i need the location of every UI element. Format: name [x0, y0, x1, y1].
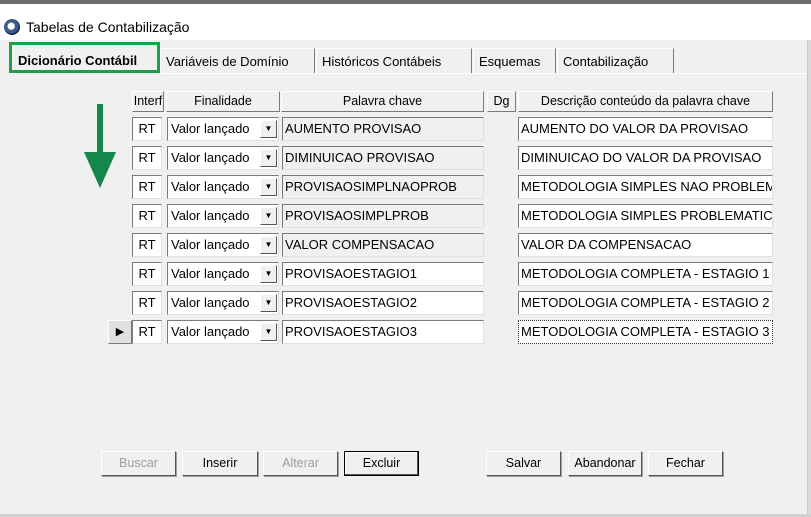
tab-panel-border: [8, 73, 806, 74]
descricao-cell[interactable]: METODOLOGIA COMPLETA - ESTAGIO 2: [518, 291, 773, 315]
descricao-cell[interactable]: AUMENTO DO VALOR DA PROVISAO: [518, 117, 773, 141]
descricao-cell[interactable]: METODOLOGIA SIMPLES PROBLEMATICO: [518, 204, 773, 228]
table-row[interactable]: RT Valor lançado ▼ AUMENTO PROVISAO AUME…: [0, 117, 811, 143]
finalidade-value: Valor lançado: [171, 179, 250, 194]
interf-cell[interactable]: RT: [132, 291, 162, 315]
palavra-chave-cell[interactable]: AUMENTO PROVISAO: [282, 117, 484, 141]
interf-cell[interactable]: RT: [132, 175, 162, 199]
abandonar-button[interactable]: Abandonar: [568, 451, 642, 476]
finalidade-value: Valor lançado: [171, 208, 250, 223]
descricao-cell[interactable]: METODOLOGIA COMPLETA - ESTAGIO 1: [518, 262, 773, 286]
table-row[interactable]: RT Valor lançado ▼ PROVISAOESTAGIO2 METO…: [0, 291, 811, 317]
dropdown-arrow-icon[interactable]: ▼: [260, 207, 277, 225]
column-header-descricao[interactable]: Descrição conteúdo da palavra chave: [518, 91, 773, 112]
finalidade-value: Valor lançado: [171, 295, 250, 310]
dropdown-arrow-icon[interactable]: ▼: [260, 178, 277, 196]
dropdown-arrow-icon[interactable]: ▼: [260, 236, 277, 254]
finalidade-select[interactable]: Valor lançado ▼: [167, 320, 279, 344]
window-title: Tabelas de Contabilização: [26, 19, 190, 35]
finalidade-value: Valor lançado: [171, 324, 250, 339]
inserir-button[interactable]: Inserir: [182, 451, 258, 476]
alterar-button[interactable]: Alterar: [263, 451, 338, 476]
finalidade-select[interactable]: Valor lançado ▼: [167, 117, 279, 141]
palavra-chave-cell[interactable]: PROVISAOESTAGIO1: [282, 262, 484, 286]
descricao-cell-focused[interactable]: METODOLOGIA COMPLETA - ESTAGIO 3: [518, 320, 773, 344]
finalidade-select[interactable]: Valor lançado ▼: [167, 175, 279, 199]
buscar-button[interactable]: Buscar: [101, 451, 176, 476]
finalidade-value: Valor lançado: [171, 150, 250, 165]
finalidade-value: Valor lançado: [171, 266, 250, 281]
finalidade-select[interactable]: Valor lançado ▼: [167, 146, 279, 170]
finalidade-select[interactable]: Valor lançado ▼: [167, 291, 279, 315]
finalidade-value: Valor lançado: [171, 121, 250, 136]
palavra-chave-cell[interactable]: PROVISAOSIMPLNAOPROB: [282, 175, 484, 199]
interf-cell[interactable]: RT: [132, 262, 162, 286]
interf-cell[interactable]: RT: [132, 204, 162, 228]
finalidade-select[interactable]: Valor lançado ▼: [167, 233, 279, 257]
descricao-cell[interactable]: DIMINUICAO DO VALOR DA PROVISAO: [518, 146, 773, 170]
dropdown-arrow-icon[interactable]: ▼: [260, 265, 277, 283]
title-bar: Tabelas de Contabilização: [0, 4, 811, 40]
column-header-interf[interactable]: Interf: [132, 91, 164, 112]
palavra-chave-cell[interactable]: PROVISAOESTAGIO3: [282, 320, 484, 344]
column-header-dg[interactable]: Dg: [487, 91, 516, 112]
palavra-chave-cell[interactable]: DIMINUICAO PROVISAO: [282, 146, 484, 170]
dropdown-arrow-icon[interactable]: ▼: [260, 323, 277, 341]
descricao-cell[interactable]: VALOR DA COMPENSACAO: [518, 233, 773, 257]
table-row-current[interactable]: ▶ RT Valor lançado ▼ PROVISAOESTAGIO3 ME…: [0, 320, 811, 346]
palavra-chave-cell[interactable]: PROVISAOESTAGIO2: [282, 291, 484, 315]
finalidade-value: Valor lançado: [171, 237, 250, 252]
column-header-palavra-chave[interactable]: Palavra chave: [281, 91, 484, 112]
row-pointer-icon: ▶: [108, 320, 132, 344]
interf-cell[interactable]: RT: [132, 146, 162, 170]
dropdown-arrow-icon[interactable]: ▼: [260, 120, 277, 138]
tab-dicionario-contabil[interactable]: Dicionário Contábil: [9, 42, 160, 73]
interf-cell[interactable]: RT: [132, 117, 162, 141]
table-row[interactable]: RT Valor lançado ▼ VALOR COMPENSACAO VAL…: [0, 233, 811, 259]
finalidade-select[interactable]: Valor lançado ▼: [167, 204, 279, 228]
interf-cell[interactable]: RT: [132, 233, 162, 257]
tab-variaveis-de-dominio[interactable]: Variáveis de Domínio: [160, 48, 315, 73]
tab-esquemas[interactable]: Esquemas: [473, 48, 556, 73]
descricao-cell[interactable]: METODOLOGIA SIMPLES NAO PROBLEMATICO: [518, 175, 773, 199]
dropdown-arrow-icon[interactable]: ▼: [260, 294, 277, 312]
table-row[interactable]: RT Valor lançado ▼ PROVISAOESTAGIO1 METO…: [0, 262, 811, 288]
tab-contabilizacao[interactable]: Contabilização: [557, 48, 674, 73]
column-header-finalidade[interactable]: Finalidade: [166, 91, 280, 112]
tab-historicos-contabeis[interactable]: Históricos Contábeis: [316, 48, 472, 73]
table-row[interactable]: RT Valor lançado ▼ PROVISAOSIMPLNAOPROB …: [0, 175, 811, 201]
finalidade-select[interactable]: Valor lançado ▼: [167, 262, 279, 286]
palavra-chave-cell[interactable]: VALOR COMPENSACAO: [282, 233, 484, 257]
interf-cell[interactable]: RT: [132, 320, 162, 344]
palavra-chave-cell[interactable]: PROVISAOSIMPLPROB: [282, 204, 484, 228]
salvar-button[interactable]: Salvar: [486, 451, 561, 476]
table-row[interactable]: RT Valor lançado ▼ DIMINUICAO PROVISAO D…: [0, 146, 811, 172]
table-row[interactable]: RT Valor lançado ▼ PROVISAOSIMPLPROB MET…: [0, 204, 811, 230]
excluir-button[interactable]: Excluir: [344, 451, 419, 476]
app-logo-icon: [4, 19, 20, 35]
dropdown-arrow-icon[interactable]: ▼: [260, 149, 277, 167]
fechar-button[interactable]: Fechar: [648, 451, 723, 476]
